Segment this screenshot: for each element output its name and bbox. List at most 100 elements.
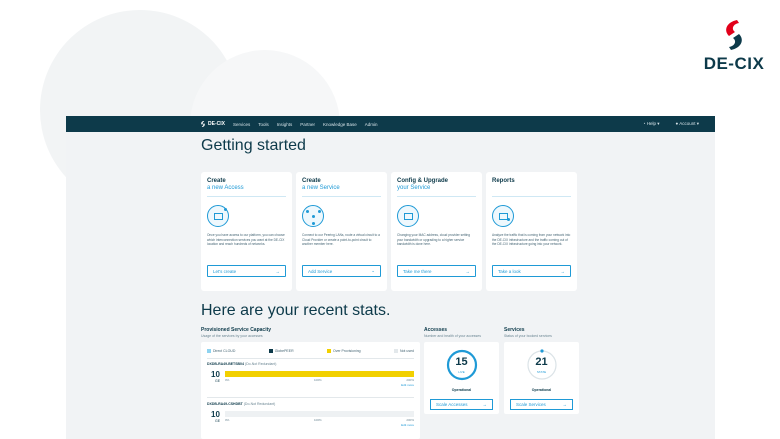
add-service-button[interactable]: Add Service ⌄ — [302, 265, 381, 277]
button-label: Take a look — [498, 268, 521, 274]
card-title: Config & Upgrade — [397, 178, 448, 184]
app-window: DE-CIX Services Tools Insights Partner K… — [66, 116, 715, 439]
button-label: Scale Services — [516, 402, 546, 407]
de-cix-logo-icon — [726, 20, 742, 50]
divider — [397, 196, 476, 197]
access-bandwidth: 10 — [211, 410, 220, 419]
arrow-right-icon: → — [482, 402, 488, 407]
nav-item-insights[interactable]: Insights — [277, 122, 293, 127]
access-illustration-icon — [207, 205, 229, 227]
lets-create-button[interactable]: Let's create → — [207, 265, 286, 277]
card-create-service: Create a new Service Connect to our Peer… — [296, 172, 387, 291]
card-title: Create — [302, 178, 321, 184]
access-unit: GE — [215, 379, 221, 383]
legend-swatch — [207, 349, 211, 353]
card-subtitle: a new Service — [302, 185, 340, 191]
divider — [207, 196, 286, 197]
card-description: Analyze the traffic that is coming from … — [492, 233, 571, 246]
access-name: DXDB-RA49-BETSB04 (Do-Not Redundant) — [207, 362, 414, 366]
nav-logo-text: DE-CIX — [208, 121, 225, 127]
legend-swatch — [393, 349, 398, 353]
arrow-right-icon: → — [562, 402, 568, 407]
card-title: Reports — [492, 178, 515, 184]
divider — [492, 196, 571, 197]
services-card: 21 STATE Operational Scale Services → — [504, 342, 579, 414]
card-reports: Reports Analyze the traffic that is comi… — [486, 172, 577, 291]
tick-label: 200% — [406, 418, 414, 422]
edit-more-link[interactable]: Edit more — [401, 383, 414, 387]
card-title: Create — [207, 178, 226, 184]
scale-services-button[interactable]: Scale Services → — [510, 399, 573, 410]
access-bandwidth: 10 — [211, 370, 220, 379]
capacity-bar — [225, 411, 414, 417]
arrow-right-icon: → — [560, 268, 566, 274]
legend-label: Not used — [399, 349, 414, 353]
capacity-title: Provisioned Service Capacity — [201, 327, 272, 333]
legend-item: Direct CLOUD — [207, 349, 235, 353]
access-note: (Do-Not Redundant) — [243, 402, 276, 406]
legend-swatch — [326, 349, 331, 353]
access-note: (Do-Not Redundant) — [244, 362, 277, 366]
account-menu[interactable]: ● Account ▾ — [675, 121, 699, 127]
top-navigation: DE-CIX Services Tools Insights Partner K… — [66, 116, 715, 132]
nav-item-knowledge-base[interactable]: Knowledge Base — [323, 122, 357, 127]
button-label: Add Service — [308, 268, 333, 274]
capacity-row: DXDB-RA49-CSHDBT (Do-Not Redundant) 10 G… — [207, 402, 414, 432]
arrow-right-icon: → — [275, 268, 281, 274]
stats-title: Here are your recent stats. — [201, 302, 391, 319]
services-subtitle: Status of your booked services — [504, 334, 552, 338]
take-me-there-button[interactable]: Take me there → — [397, 265, 476, 277]
nav-item-services[interactable]: Services — [233, 122, 250, 127]
capacity-legend: Direct CLOUD GlobePEER Over Provisioning… — [207, 349, 414, 353]
accesses-title: Accesses — [424, 327, 448, 333]
accesses-card: 15 LIVE Operational Scale Accesses → — [424, 342, 499, 414]
card-config-upgrade: Config & Upgrade your Service Changing y… — [391, 172, 482, 291]
capacity-ticks: 0% 100% 200% — [225, 378, 414, 382]
tick-label: 0% — [225, 418, 230, 422]
services-status: Operational — [531, 388, 552, 392]
page-title: Getting started — [201, 137, 306, 154]
tick-label: 200% — [406, 378, 414, 382]
access-unit: GE — [215, 419, 221, 423]
help-menu[interactable]: ◔ Help ▾ — [643, 121, 660, 127]
take-a-look-button[interactable]: Take a look → — [492, 265, 571, 277]
legend-item: Not used — [393, 349, 414, 353]
edit-more-link[interactable]: Edit more — [401, 423, 414, 427]
legend-label: Direct CLOUD — [213, 349, 236, 353]
button-label: Take me there — [403, 268, 432, 274]
services-label: STATE — [536, 370, 547, 374]
tick-label: 0% — [225, 378, 230, 382]
card-description: Once you have access to our platform, yo… — [207, 233, 285, 246]
nav-logo[interactable]: DE-CIX — [200, 121, 225, 127]
divider — [302, 196, 381, 197]
capacity-row: DXDB-RA49-BETSB04 (Do-Not Redundant) 10 … — [207, 362, 414, 392]
brand-logo: DE-CIX — [702, 18, 766, 74]
network-illustration-icon — [302, 205, 324, 227]
access-name: DXDB-RA49-CSHDBT (Do-Not Redundant) — [207, 402, 414, 406]
account-label: Account — [679, 121, 696, 126]
config-illustration-icon — [397, 205, 419, 227]
access-id: DXDB-RA49-BETSB04 — [207, 362, 244, 366]
nav-item-admin[interactable]: Admin — [365, 122, 378, 127]
card-subtitle: a new Access — [207, 185, 244, 191]
capacity-panel: Direct CLOUD GlobePEER Over Provisioning… — [201, 342, 420, 439]
nav-item-partner[interactable]: Partner — [300, 122, 315, 127]
button-label: Let's create — [213, 268, 237, 274]
services-title: Services — [504, 327, 525, 333]
capacity-bar-fill — [225, 371, 414, 377]
tick-label: 100% — [313, 418, 322, 422]
card-subtitle: your Service — [397, 185, 431, 191]
report-illustration-icon — [492, 205, 514, 227]
legend-swatch — [268, 349, 273, 353]
accesses-label: LIVE — [458, 370, 465, 374]
legend-item: GlobePEER — [268, 349, 294, 353]
divider — [207, 358, 414, 359]
card-create-access: Create a new Access Once you have access… — [201, 172, 292, 291]
card-description: Changing your MAC address, cloud provide… — [397, 233, 470, 246]
chevron-down-icon: ⌄ — [371, 268, 375, 273]
nav-item-tools[interactable]: Tools — [258, 122, 269, 127]
button-label: Scale Accesses — [436, 402, 468, 407]
capacity-ticks: 0% 100% 200% — [225, 418, 414, 422]
tick-label: 100% — [313, 378, 322, 382]
scale-accesses-button[interactable]: Scale Accesses → — [430, 399, 493, 410]
